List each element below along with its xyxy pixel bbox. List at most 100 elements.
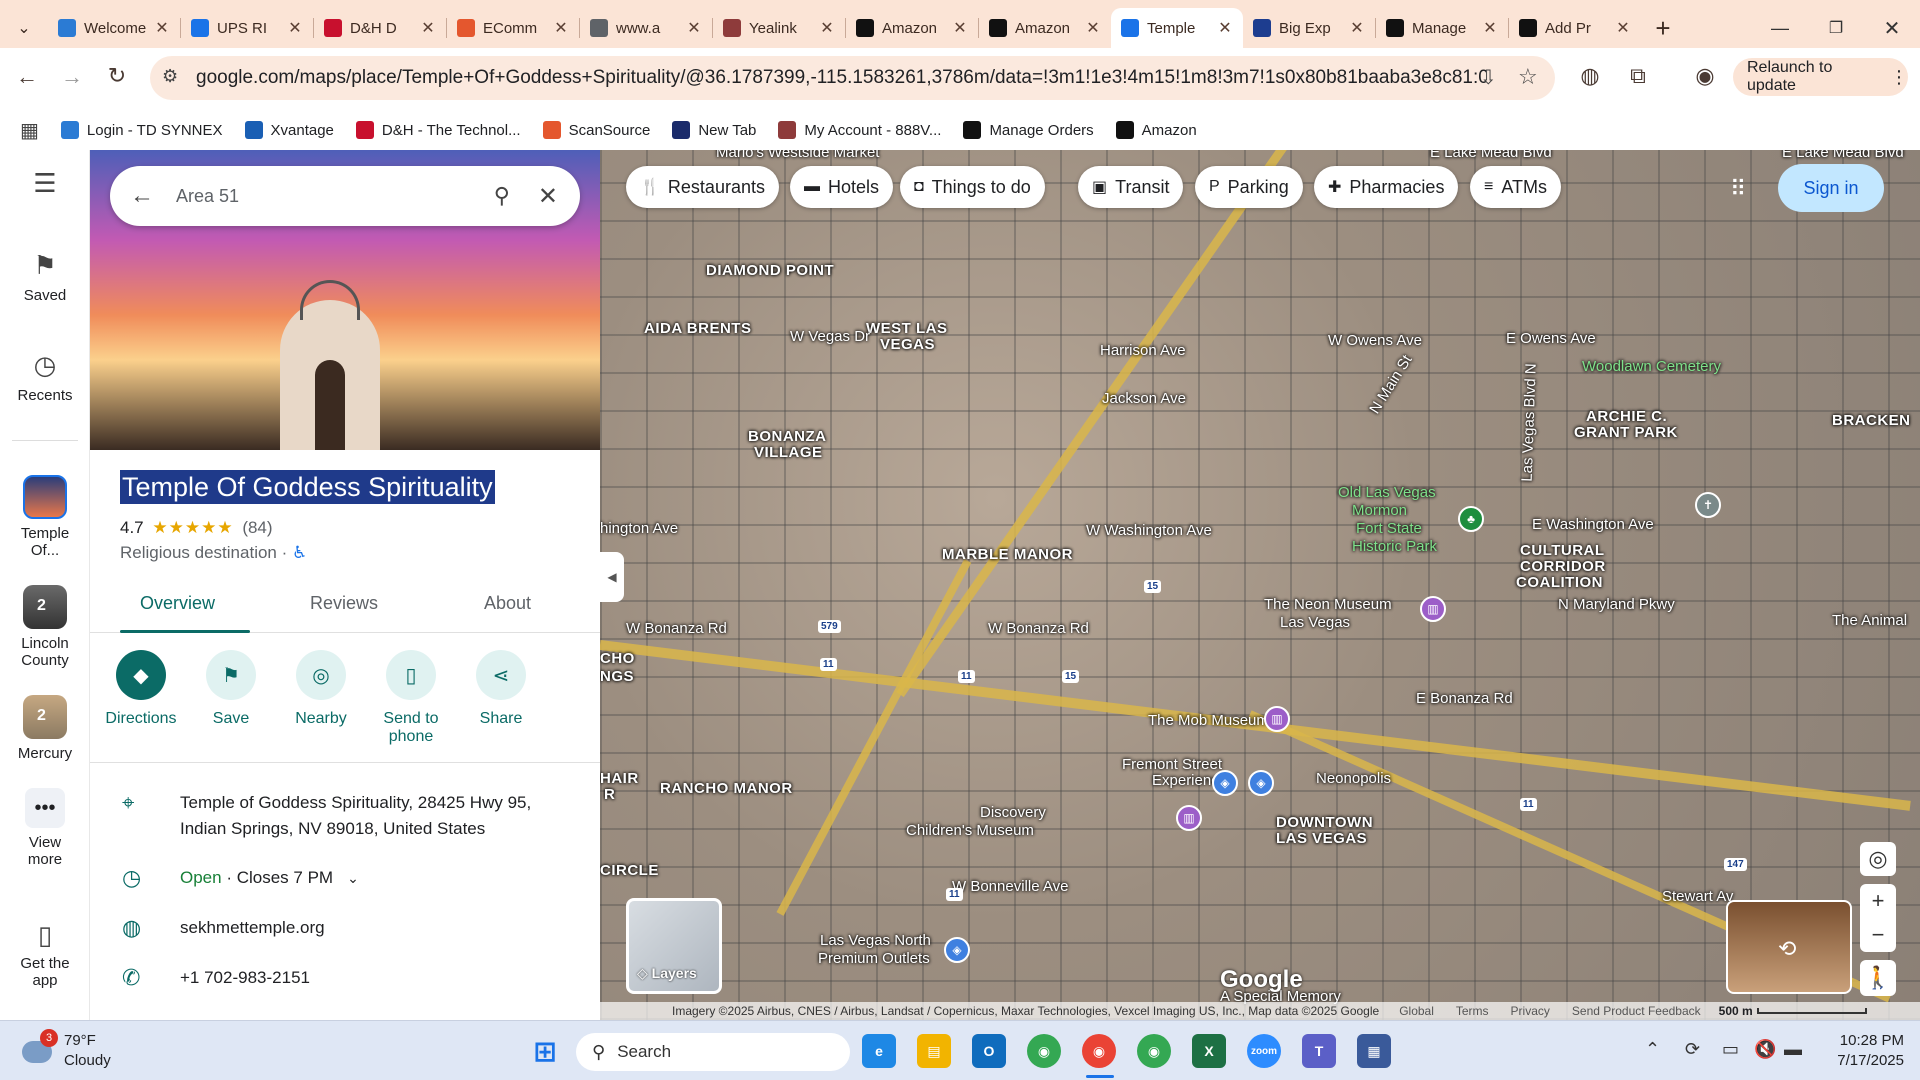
browser-tab[interactable]: Welcome ✕	[48, 8, 180, 48]
tab-close-icon[interactable]: ✕	[1482, 18, 1498, 38]
tab-search-icon[interactable]: ⌄	[0, 8, 48, 48]
map-label[interactable]: Fremont Street	[1122, 756, 1222, 773]
tab-close-icon[interactable]: ✕	[952, 18, 968, 38]
map-label[interactable]: Fort State	[1356, 520, 1422, 537]
apps-grid-icon[interactable]: ▦	[20, 118, 39, 143]
taskbar-search[interactable]: ⚲ Search	[576, 1033, 850, 1071]
menu-dots-icon[interactable]: ⋮	[1890, 67, 1908, 88]
calculator-icon[interactable]: ▦	[1357, 1034, 1391, 1068]
shopping-pin-icon[interactable]: ◈	[1248, 770, 1274, 796]
windows-start-icon[interactable]: ⊞	[528, 1034, 562, 1068]
zoom-icon[interactable]: zoom	[1247, 1034, 1281, 1068]
browser-tab[interactable]: Temple ✕	[1111, 8, 1243, 48]
tab-close-icon[interactable]: ✕	[287, 18, 303, 38]
search-input[interactable]: Area 51	[176, 186, 494, 207]
map-label[interactable]: W Bonanza Rd	[626, 620, 727, 637]
pegman-icon[interactable]: 🚶	[1860, 960, 1896, 996]
map-label[interactable]: AIDA BRENTS	[644, 320, 751, 337]
zoom-out-icon[interactable]: −	[1860, 918, 1896, 952]
save-button[interactable]: ⚑ Save	[186, 650, 276, 728]
map-label[interactable]: hington Ave	[600, 520, 678, 537]
filter-chip-restaurant[interactable]: 🍴 Restaurants	[626, 166, 779, 208]
map-label[interactable]: GRANT PARK	[1574, 424, 1678, 441]
bookmark-item[interactable]: My Account - 888V...	[778, 121, 941, 139]
browser-tab[interactable]: Big Exp ✕	[1243, 8, 1375, 48]
nearby-button[interactable]: ◎ Nearby	[276, 650, 366, 728]
tab-overview[interactable]: Overview	[140, 593, 215, 614]
map-label[interactable]: R	[604, 786, 615, 803]
tab-close-icon[interactable]: ✕	[1217, 18, 1233, 38]
tab-reviews[interactable]: Reviews	[310, 593, 378, 614]
browser-tab[interactable]: www.a ✕	[580, 8, 712, 48]
bookmark-star-icon[interactable]: ☆	[1518, 64, 1538, 90]
website-row[interactable]: ◍ sekhmettemple.org	[90, 915, 600, 945]
browser-tab[interactable]: EComm ✕	[447, 8, 579, 48]
map-label[interactable]: The Mob Museum	[1148, 712, 1269, 729]
map-label[interactable]: N Main St	[1366, 352, 1415, 417]
map-label[interactable]: E Lake Mead Blvd	[1430, 150, 1552, 161]
map-label[interactable]: CULTURAL	[1520, 542, 1605, 559]
layers-button[interactable]: ◇ Layers	[626, 898, 722, 994]
phone-row[interactable]: ✆ +1 702-983-2151	[90, 965, 600, 995]
tab-close-icon[interactable]: ✕	[686, 18, 702, 38]
tab-close-icon[interactable]: ✕	[1349, 18, 1365, 38]
share-button[interactable]: ⋖ Share	[456, 650, 546, 728]
tab-close-icon[interactable]: ✕	[553, 18, 569, 38]
get-app-button[interactable]: ▯ Get the app	[0, 920, 90, 989]
send-to-phone-button[interactable]: ▯ Send to phone	[366, 650, 456, 746]
clock[interactable]: 10:28 PM 7/17/2025	[1818, 1031, 1904, 1071]
browser-tab[interactable]: UPS RI ✕	[181, 8, 313, 48]
cemetery-pin-icon[interactable]: ✝	[1695, 492, 1721, 518]
map-label[interactable]: CHO	[600, 650, 635, 667]
teams-icon[interactable]: T	[1302, 1034, 1336, 1068]
back-arrow-icon[interactable]: ←	[130, 182, 154, 210]
map-label[interactable]: Mario's Westside Market	[716, 150, 879, 161]
install-app-icon[interactable]: ⇩	[1480, 65, 1497, 90]
museum-pin-icon[interactable]: ▥	[1264, 706, 1290, 732]
map-label[interactable]: BRACKEN	[1832, 412, 1911, 429]
filter-chip-parking[interactable]: P Parking	[1195, 166, 1303, 208]
directions-button[interactable]: ◆ Directions	[96, 650, 186, 728]
address-row[interactable]: ⌖ Temple of Goddess Spirituality, 28425 …	[90, 790, 600, 850]
minimize-icon[interactable]: —	[1752, 8, 1808, 48]
tab-close-icon[interactable]: ✕	[420, 18, 436, 38]
shopping-pin-icon[interactable]: ◈	[944, 937, 970, 963]
chrome-profile-icon[interactable]: ◉	[1082, 1034, 1116, 1068]
map-label[interactable]: Historic Park	[1352, 538, 1437, 555]
forward-icon[interactable]: →	[57, 64, 87, 90]
battery-icon[interactable]: ▬	[1784, 1039, 1802, 1060]
translate-icon[interactable]: ◍	[1575, 63, 1605, 89]
map-label[interactable]: Las Vegas Blvd N	[1519, 363, 1540, 482]
extensions-icon[interactable]: ⧉	[1623, 63, 1653, 89]
map-label[interactable]: N Maryland Pkwy	[1558, 596, 1675, 613]
view-more-button[interactable]: ••• View more	[0, 788, 90, 868]
map-label[interactable]: CIRCLE	[600, 862, 659, 879]
map-label[interactable]: RANCHO MANOR	[660, 780, 793, 797]
tab-close-icon[interactable]: ✕	[1615, 18, 1631, 38]
map-label[interactable]: Discovery	[980, 804, 1046, 821]
tab-close-icon[interactable]: ✕	[154, 18, 170, 38]
chevron-down-icon[interactable]: ⌄	[347, 870, 359, 886]
bookmark-item[interactable]: D&H - The Technol...	[355, 121, 521, 139]
browser-tab[interactable]: Manage ✕	[1376, 8, 1508, 48]
site-info-icon[interactable]: ⚙	[162, 66, 178, 87]
tab-about[interactable]: About	[484, 593, 531, 614]
filter-chip-camera[interactable]: ◘ Things to do	[900, 166, 1045, 208]
map-label[interactable]: Children's Museum	[906, 822, 1034, 839]
map-label[interactable]: CORRIDOR	[1520, 558, 1606, 575]
map-label[interactable]: HAIR	[600, 770, 639, 787]
my-location-icon[interactable]: ◎	[1860, 842, 1896, 876]
bookmark-item[interactable]: Login - TD SYNNEX	[60, 121, 223, 139]
zoom-in-icon[interactable]: +	[1860, 884, 1896, 918]
chrome-profile-icon[interactable]: ◉	[1137, 1034, 1171, 1068]
scale-bar-label[interactable]: 500 m	[1719, 1004, 1753, 1018]
map-label[interactable]: The Animal	[1832, 612, 1907, 629]
street-view-preview[interactable]: ⟲	[1726, 900, 1852, 994]
saved-button[interactable]: ⚑ Saved	[0, 250, 90, 304]
tab-close-icon[interactable]: ✕	[1085, 18, 1101, 38]
map-label[interactable]: Neonopolis	[1316, 770, 1391, 787]
bookmark-item[interactable]: ScanSource	[542, 121, 650, 139]
browser-tab[interactable]: D&H D ✕	[314, 8, 446, 48]
map-label[interactable]: The Neon Museum	[1264, 596, 1392, 613]
recents-button[interactable]: ◷ Recents	[0, 350, 90, 404]
